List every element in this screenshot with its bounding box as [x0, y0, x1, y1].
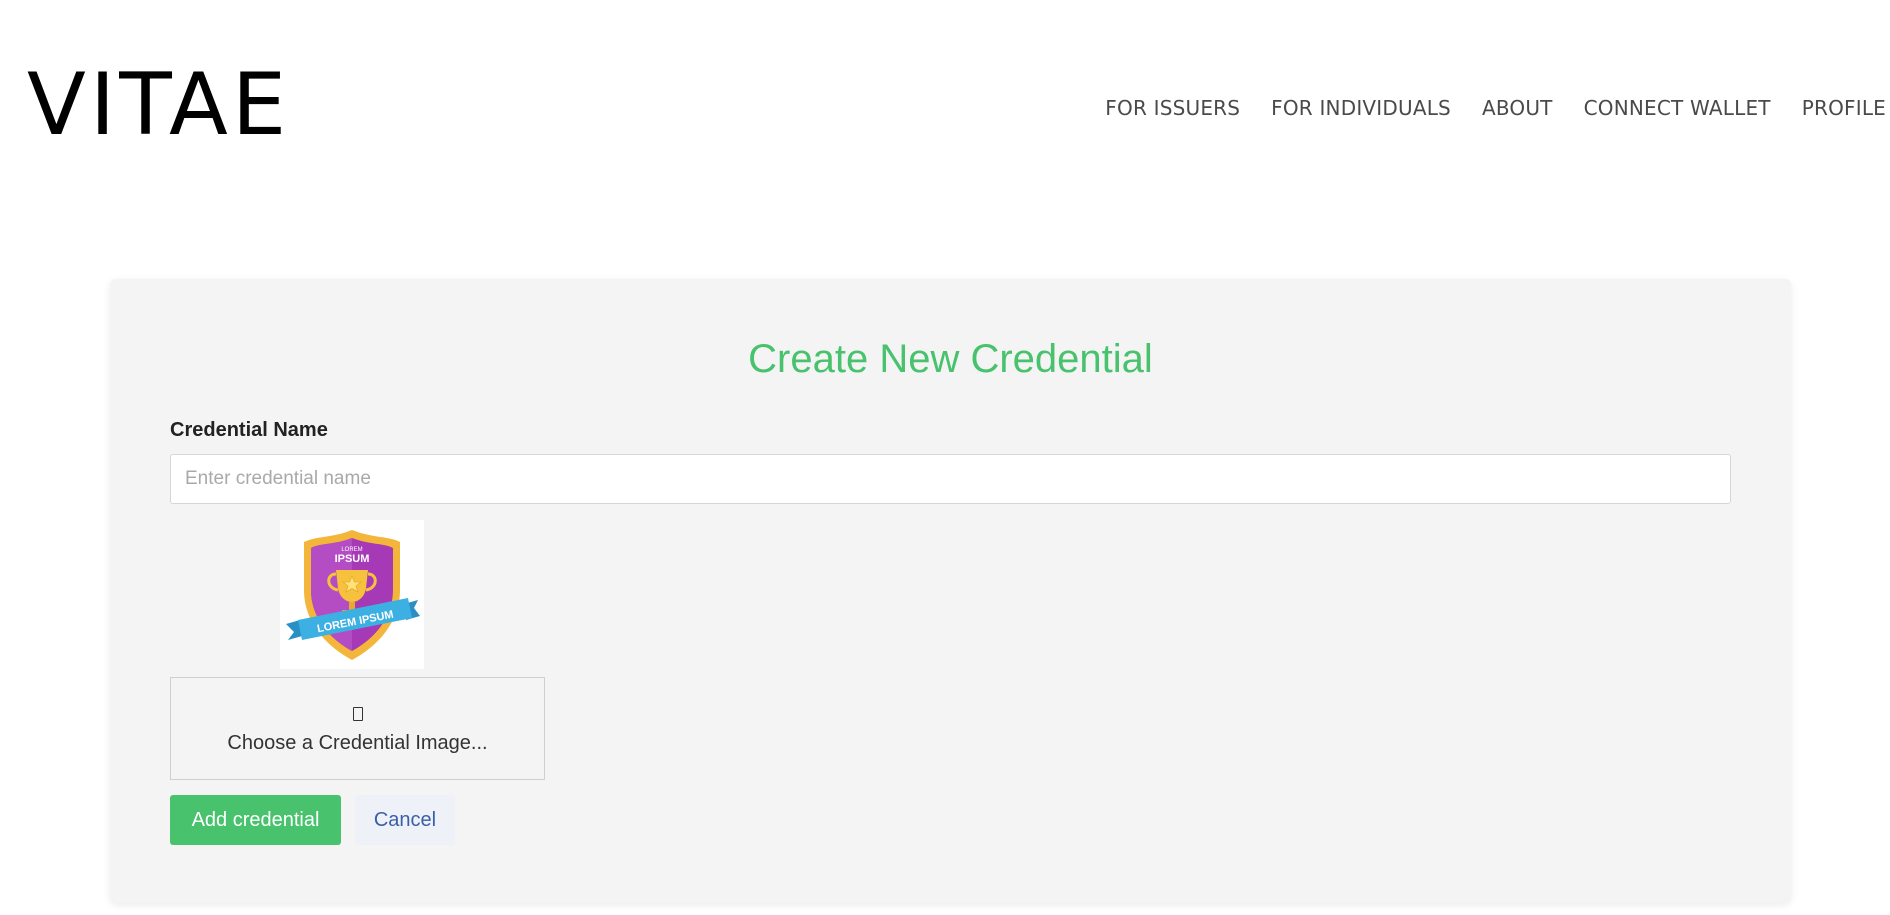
- create-credential-card: Create New Credential Credential Name LO…: [110, 279, 1791, 903]
- nav-for-individuals[interactable]: FOR INDIVIDUALS: [1271, 96, 1451, 120]
- credential-image-preview: LOREM IPSUM LOREM IPSUM: [280, 520, 424, 669]
- main-nav: FOR ISSUERS FOR INDIVIDUALS ABOUT CONNEC…: [1105, 96, 1886, 120]
- badge-text-big: IPSUM: [335, 553, 370, 565]
- site-logo[interactable]: VITAE: [27, 62, 290, 148]
- badge-image: LOREM IPSUM LOREM IPSUM: [286, 530, 420, 660]
- site-header: VITAE FOR ISSUERS FOR INDIVIDUALS ABOUT …: [0, 0, 1890, 200]
- credential-name-input[interactable]: [170, 454, 1731, 504]
- credential-name-label: Credential Name: [170, 419, 328, 441]
- page-title: Create New Credential: [748, 337, 1153, 381]
- add-credential-button[interactable]: Add credential: [170, 795, 341, 845]
- file-icon: [352, 707, 363, 721]
- nav-connect-wallet[interactable]: CONNECT WALLET: [1584, 96, 1771, 120]
- nav-profile[interactable]: PROFILE: [1802, 96, 1886, 120]
- nav-about[interactable]: ABOUT: [1482, 96, 1553, 120]
- file-picker-label: Choose a Credential Image...: [227, 732, 488, 754]
- nav-for-issuers[interactable]: FOR ISSUERS: [1105, 96, 1240, 120]
- cancel-button[interactable]: Cancel: [355, 795, 455, 845]
- credential-image-picker[interactable]: Choose a Credential Image...: [170, 677, 545, 780]
